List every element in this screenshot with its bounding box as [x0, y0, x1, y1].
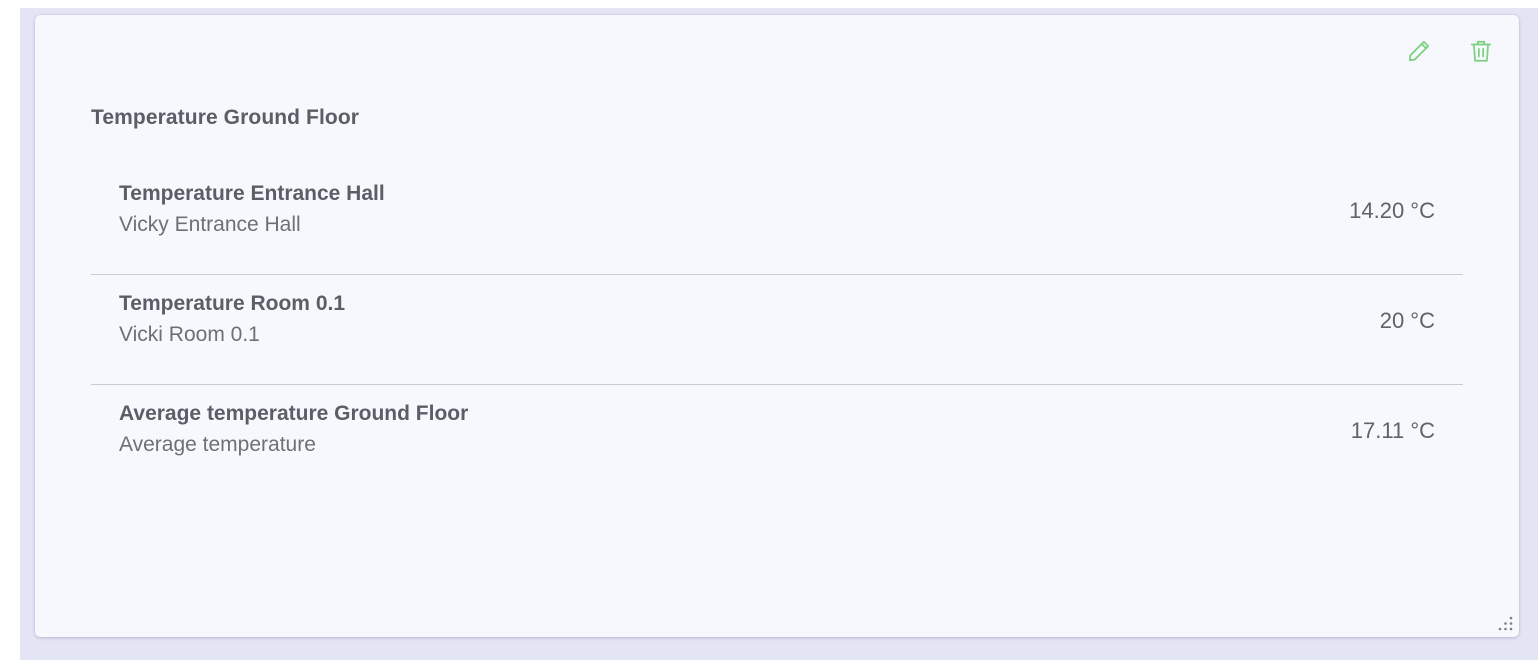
sensor-value: 14.20 °C — [1349, 198, 1435, 223]
sensor-value: 20 °C — [1379, 308, 1435, 333]
resize-grip-icon — [1498, 616, 1513, 631]
sensor-list: Temperature Entrance Hall Vicky Entrance… — [91, 165, 1463, 495]
sensor-device: Vicki Room 0.1 — [119, 323, 260, 346]
delete-button[interactable] — [1467, 37, 1495, 65]
sensor-name: Temperature Entrance Hall — [119, 182, 385, 205]
sensor-device: Average temperature — [119, 433, 316, 456]
temperature-widget-card: Temperature Ground Floor Temperature Ent… — [35, 15, 1519, 637]
sensor-row[interactable]: Temperature Entrance Hall Vicky Entrance… — [91, 165, 1463, 275]
sensor-row[interactable]: Temperature Room 0.1 Vicki Room 0.1 20 °… — [91, 275, 1463, 385]
sensor-name: Average temperature Ground Floor — [119, 402, 469, 425]
sensor-name: Temperature Room 0.1 — [119, 292, 346, 315]
sensor-device: Vicky Entrance Hall — [119, 213, 301, 236]
resize-handle[interactable] — [1497, 615, 1513, 631]
sensor-value: 17.11 °C — [1350, 418, 1435, 443]
card-actions — [1405, 37, 1495, 65]
sensor-row[interactable]: Average temperature Ground Floor Average… — [91, 385, 1463, 495]
widget-title: Temperature Ground Floor — [91, 106, 360, 129]
edit-button[interactable] — [1405, 37, 1433, 65]
pencil-icon — [1408, 40, 1430, 62]
trash-icon — [1470, 40, 1492, 62]
